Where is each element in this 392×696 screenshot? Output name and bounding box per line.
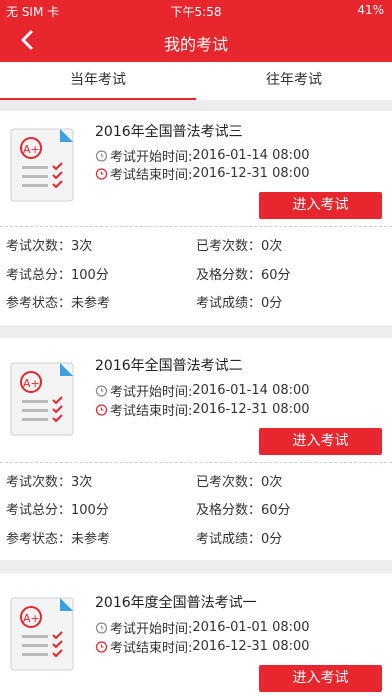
exam-title: 2016年度全国普法考试一 bbox=[95, 595, 257, 611]
exam-pass: 及格分数：60分 bbox=[196, 268, 291, 283]
exam-total: 考试总分：100分 bbox=[6, 503, 109, 518]
exam-end-row: 考试结束时间: 2016-12-31 08:00 bbox=[95, 164, 310, 183]
clock-text: 下午5:58 bbox=[170, 5, 222, 19]
nav-bar: 我的考试 bbox=[0, 20, 392, 62]
exam-card: A+ 2016年度全国普法考试一 考试开始时间: 2016-01-01 08:00… bbox=[0, 573, 392, 696]
alarm-clock-icon bbox=[95, 404, 108, 416]
enter-exam-button[interactable]: 进入考试 bbox=[259, 428, 382, 455]
page-title: 我的考试 bbox=[163, 35, 228, 54]
start-prefix: 考试开始时间: bbox=[110, 150, 193, 165]
end-time: 2016-12-31 08:00 bbox=[192, 166, 310, 181]
end-time: 2016-12-31 08:00 bbox=[192, 402, 310, 417]
exam-title: 2016年全国普法考试二 bbox=[95, 358, 243, 374]
svg-text:A+: A+ bbox=[23, 143, 40, 156]
tab-current-year[interactable]: 当年考试 bbox=[0, 62, 196, 100]
exam-status: 参考状态：未参考 bbox=[6, 532, 111, 547]
start-time: 2016-01-14 08:00 bbox=[192, 383, 310, 398]
end-prefix: 考试结束时间: bbox=[110, 641, 193, 656]
exam-times: 考试次数：3次 bbox=[6, 239, 93, 254]
exam-taken: 已考次数：0次 bbox=[196, 475, 283, 490]
tab-bar: 当年考试 往年考试 bbox=[0, 62, 392, 100]
alarm-clock-icon bbox=[95, 168, 108, 180]
clock-icon bbox=[95, 385, 108, 397]
clock-icon bbox=[95, 622, 108, 634]
exam-score: 考试成绩：0分 bbox=[196, 532, 283, 547]
exam-card: A+ 2016年全国普法考试二 考试开始时间: 2016-01-14 08:00 … bbox=[0, 338, 392, 560]
svg-text:A+: A+ bbox=[23, 377, 40, 390]
start-time: 2016-01-01 08:00 bbox=[192, 620, 310, 635]
start-time: 2016-01-14 08:00 bbox=[192, 148, 310, 163]
exam-times: 考试次数：3次 bbox=[6, 475, 93, 490]
svg-text:A+: A+ bbox=[23, 612, 40, 625]
exam-start-row: 考试开始时间: 2016-01-14 08:00 bbox=[95, 146, 310, 165]
exam-status: 参考状态：未参考 bbox=[6, 296, 111, 311]
clock-icon bbox=[95, 150, 108, 162]
dashed-divider bbox=[0, 462, 392, 463]
exam-end-row: 考试结束时间: 2016-12-31 08:00 bbox=[95, 637, 310, 656]
exam-score: 考试成绩：0分 bbox=[196, 296, 283, 311]
exam-title: 2016年全国普法考试三 bbox=[95, 124, 243, 140]
exam-start-row: 考试开始时间: 2016-01-14 08:00 bbox=[95, 381, 310, 400]
exam-paper-icon: A+ bbox=[8, 126, 86, 204]
enter-exam-button[interactable]: 进入考试 bbox=[259, 665, 382, 692]
enter-exam-button[interactable]: 进入考试 bbox=[259, 192, 382, 219]
battery-text: 41% bbox=[357, 3, 384, 17]
start-prefix: 考试开始时间: bbox=[110, 385, 193, 400]
start-prefix: 考试开始时间: bbox=[110, 622, 193, 637]
exam-total: 考试总分：100分 bbox=[6, 268, 109, 283]
exam-pass: 及格分数：60分 bbox=[196, 503, 291, 518]
end-time: 2016-12-31 08:00 bbox=[192, 639, 310, 654]
alarm-clock-icon bbox=[95, 641, 108, 653]
exam-end-row: 考试结束时间: 2016-12-31 08:00 bbox=[95, 400, 310, 419]
exam-paper-icon: A+ bbox=[8, 360, 86, 438]
exam-paper-icon: A+ bbox=[8, 595, 86, 673]
dashed-divider bbox=[0, 226, 392, 227]
status-bar: 无 SIM 卡 下午5:58 41% bbox=[0, 0, 392, 20]
exam-taken: 已考次数：0次 bbox=[196, 239, 283, 254]
end-prefix: 考试结束时间: bbox=[110, 168, 193, 183]
exam-card: A+ 2016年全国普法考试三 考试开始时间: 2016-01-14 08:00 … bbox=[0, 111, 392, 325]
tab-past-years[interactable]: 往年考试 bbox=[196, 62, 392, 100]
exam-start-row: 考试开始时间: 2016-01-01 08:00 bbox=[95, 618, 310, 637]
end-prefix: 考试结束时间: bbox=[110, 404, 193, 419]
